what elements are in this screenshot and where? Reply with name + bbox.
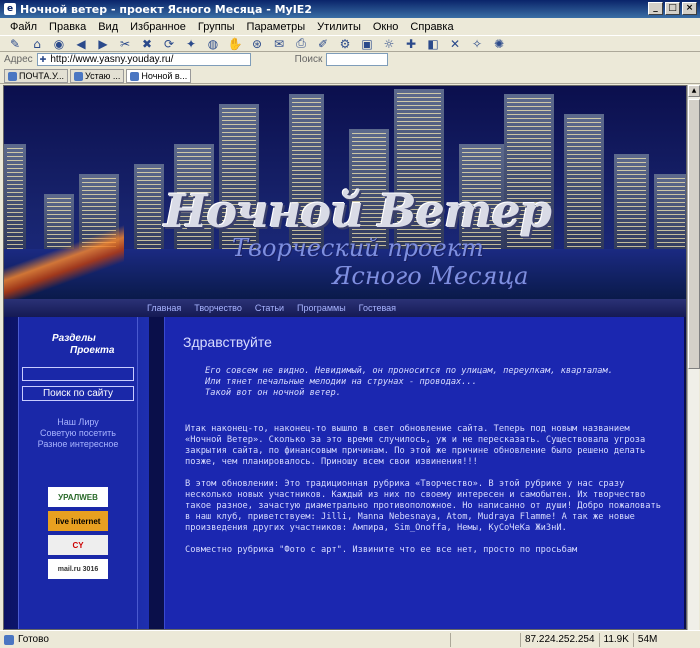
site-search-input[interactable] [22,367,134,381]
toolbar: ✎ ⌂ ◉ ◀ ▶ ✂ ✖ ⟳ ✦ ◍ ✋ ⊛ ✉ ⎙ ✐ ⚙ ▣ ☼ ✚ ◧ … [0,35,700,52]
counter-uralweb[interactable]: УРАЛWEB [48,487,108,507]
content-body: Итак наконец-то, наконец-то вышло в свет… [185,424,665,567]
site-subtitle-2: Ясного Месяца [332,262,529,290]
content-paragraph: Итак наконец-то, наконец-то вышло в свет… [185,424,646,467]
status-bar: Готово 87.224.252.254 11.9K 54M [0,630,700,648]
minimize-button[interactable]: _ [648,2,663,15]
address-bar: Адрес ✚ http://www.yasny.youday.ru/ Поис… [0,52,700,67]
mail-icon[interactable]: ✉ [270,36,288,52]
tab-bar: ПОЧТА.У... Устаю ... Ночной в... [0,67,700,84]
nav-creative[interactable]: Творчество [194,303,242,313]
tab-icon [130,71,140,81]
window-titlebar: e Ночной ветер - проект Ясного Месяца - … [0,0,700,18]
nav-home[interactable]: Главная [147,303,181,313]
menu-item-help[interactable]: Справка [404,21,459,33]
tile-icon[interactable]: ✕ [446,36,464,52]
content-paragraph: В этом обновлении: Это традиционная рубр… [185,479,661,533]
maximize-button[interactable]: □ [665,2,680,15]
status-mem: 54M [632,632,661,647]
sidebar-link-recommend[interactable]: Советую посетить [18,428,138,439]
site-sidebar: Разделы Проекта Поиск по сайту Наш Лиру … [4,317,149,629]
site-subtitle-1: Творческий проект [232,234,484,262]
menu-item-window[interactable]: Окно [367,21,405,33]
print-icon[interactable]: ⎙ [292,36,310,52]
counter-liveinternet[interactable]: live internet [48,511,108,531]
status-icons [450,632,520,647]
refresh-icon[interactable]: ⟳ [160,36,178,52]
tools-icon[interactable]: ⚙ [336,36,354,52]
sidebar-link-liru[interactable]: Наш Лиру [18,417,138,428]
sidebar-title-2: Проекта [70,345,115,356]
internet-icon[interactable]: ◍ [204,36,222,52]
nav-articles[interactable]: Статьи [255,303,284,313]
vertical-scrollbar[interactable]: ▲ [687,85,700,630]
menu-item-tools[interactable]: Утилиты [311,21,367,33]
page-viewport[interactable]: Ночной Ветер Творческий проект Ясного Ме… [3,85,687,630]
address-input[interactable]: ✚ http://www.yasny.youday.ru/ [36,53,251,66]
open-icon[interactable]: ⌂ [28,36,46,52]
help-icon[interactable]: ✺ [490,36,508,52]
status-size: 11.9K [598,632,633,647]
back-icon[interactable]: ◀ [72,36,90,52]
nav-guestbook[interactable]: Гостевая [359,303,396,313]
content-title: Здравствуйте [183,334,272,350]
site-banner: Ночной Ветер Творческий проект Ясного Ме… [4,86,686,299]
page-icon[interactable]: ◧ [424,36,442,52]
address-url: http://www.yasny.youday.ru/ [50,54,174,65]
site-content: Здравствуйте Его совсем не видно. Невиди… [164,317,684,629]
globe-icon[interactable]: ◉ [50,36,68,52]
status-text: Готово [0,634,450,645]
search-label: Поиск [294,54,323,65]
tab-icon [74,71,83,81]
forward-icon[interactable]: ▶ [94,36,112,52]
menu-item-favorites[interactable]: Избранное [124,21,192,33]
menu-item-options[interactable]: Параметры [241,21,312,33]
history-icon[interactable]: ⊛ [248,36,266,52]
status-ip: 87.224.252.254 [520,632,599,647]
favorites-icon[interactable]: ✋ [226,36,244,52]
counter-mailru[interactable]: mail.ru 3016 [48,559,108,579]
fav-star-icon[interactable]: ✧ [468,36,486,52]
content-paragraph: Совместно рубрика "Фото с арт". Извините… [185,545,578,555]
home-icon[interactable]: ✦ [182,36,200,52]
search-input[interactable] [326,53,389,66]
page-icon: ✚ [39,55,47,64]
address-label: Адрес [4,54,33,65]
scroll-up-button[interactable]: ▲ [688,85,700,97]
link-icon[interactable]: ✂ [116,36,134,52]
screen-icon[interactable]: ▣ [358,36,376,52]
menu-item-file[interactable]: Файл [4,21,43,33]
edit-icon[interactable]: ✐ [314,36,332,52]
site-search-button[interactable]: Поиск по сайту [22,386,134,401]
nav-programs[interactable]: Программы [297,303,346,313]
menu-item-edit[interactable]: Правка [43,21,92,33]
tab-night-wind[interactable]: Ночной в... [126,69,192,83]
window-title: Ночной ветер - проект Ясного Месяца - My… [20,2,312,16]
sidebar-link-misc[interactable]: Разное интересное [18,439,138,450]
tab-mail[interactable]: ПОЧТА.У... [4,69,68,83]
site-nav: Главная Творчество Статьи Программы Гост… [4,299,686,317]
scroll-thumb[interactable] [688,99,700,369]
menu-item-groups[interactable]: Группы [192,21,241,33]
pin-icon[interactable]: ✚ [402,36,420,52]
counter-cy[interactable]: CY [48,535,108,555]
sidebar-title-1: Разделы [52,333,96,344]
menu-bar: Файл Правка Вид Избранное Группы Парамет… [0,18,700,35]
stop-icon[interactable]: ✖ [138,36,156,52]
content-poem: Его совсем не видно. Невидимый, он проно… [205,366,613,398]
site-logo: Ночной Ветер [164,184,552,238]
tab-tired[interactable]: Устаю ... [70,69,125,83]
browser-icon: e [4,3,16,15]
options-icon[interactable]: ☼ [380,36,398,52]
tab-icon [8,71,17,81]
close-button[interactable]: × [682,2,697,15]
menu-item-view[interactable]: Вид [92,21,124,33]
new-window-icon[interactable]: ✎ [6,36,24,52]
